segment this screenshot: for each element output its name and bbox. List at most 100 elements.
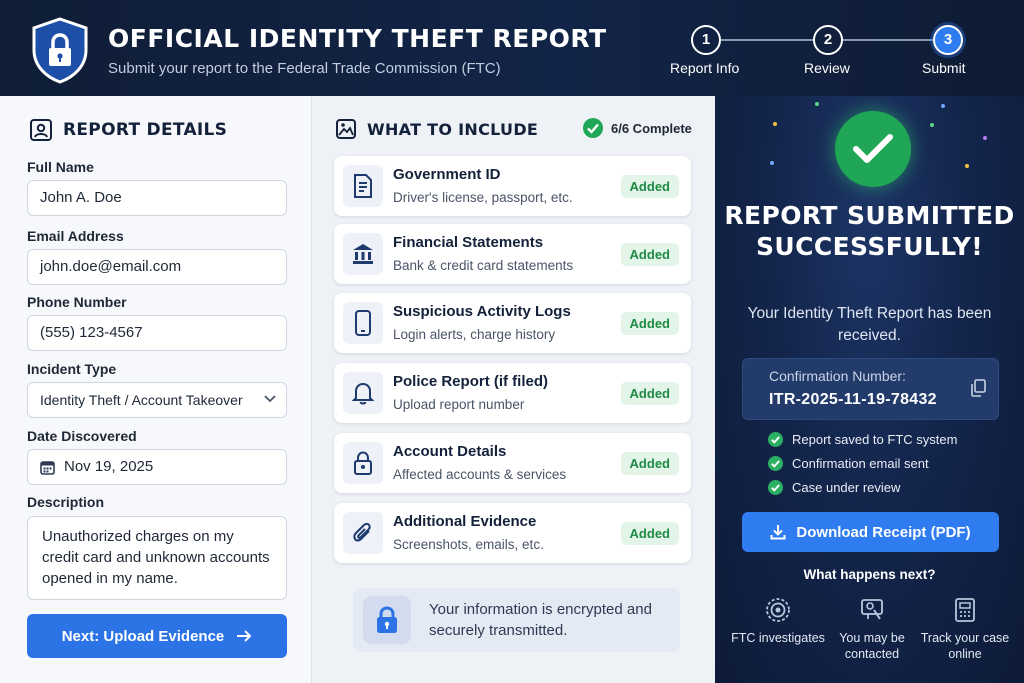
next-steps-title: What happens next? <box>803 567 936 582</box>
page-title: OFFICIAL IDENTITY THEFT REPORT <box>108 24 607 53</box>
completion-text: 6/6 Complete <box>611 120 692 136</box>
added-badge: Added <box>620 175 679 198</box>
next-button-label: Next: Upload Evidence <box>61 627 225 645</box>
check-circle-icon <box>768 480 783 495</box>
item-icon-box <box>343 233 383 275</box>
status-check-item: Case under review <box>768 480 900 495</box>
confetti-dot <box>983 136 987 140</box>
item-icon-box <box>343 302 383 344</box>
document-icon <box>354 174 372 198</box>
phone-icon <box>355 310 371 336</box>
confetti-dot <box>815 102 819 106</box>
date-discovered-label: Date Discovered <box>27 428 137 444</box>
report-details-title: REPORT DETAILS <box>63 120 228 140</box>
confirmation-panel: REPORT SUBMITTED SUCCESSFULLY! Your Iden… <box>715 96 1024 683</box>
step-connector <box>843 39 933 41</box>
progress-stepper: 1 2 3 Report Info Review Submit <box>660 22 1000 82</box>
next-step-track-case: Track your case online <box>917 596 1013 662</box>
step-2-label: Review <box>804 60 850 76</box>
step-2-circle[interactable]: 2 <box>813 25 843 55</box>
item-title: Government ID <box>393 166 501 183</box>
success-subtitle: Your Identity Theft Report has been rece… <box>747 305 992 344</box>
download-button-label: Download Receipt (PDF) <box>796 523 971 541</box>
confetti-dot <box>965 164 969 168</box>
copy-icon[interactable] <box>970 379 986 397</box>
confetti-dot <box>941 104 945 108</box>
shield-lock-icon <box>32 17 88 84</box>
what-to-include-panel: WHAT TO INCLUDE 6/6 Complete Government … <box>313 96 714 683</box>
item-title: Financial Statements <box>393 234 544 251</box>
step-1-label: Report Info <box>670 60 740 76</box>
confirmation-number-label: Confirmation Number: <box>769 368 906 384</box>
include-item-additional-evidence[interactable]: Additional Evidence Screenshots, emails,… <box>334 503 691 563</box>
item-title: Suspicious Activity Logs <box>393 303 571 320</box>
item-title: Additional Evidence <box>393 513 537 530</box>
encryption-text: Your information is encrypted and secure… <box>429 601 652 639</box>
encryption-notice: Your information is encrypted and secure… <box>353 588 680 652</box>
report-details-panel: REPORT DETAILS Full Name John A. Doe Ema… <box>0 96 312 683</box>
next-step-contact: You may be contacted <box>824 596 920 662</box>
description-textarea[interactable]: Unauthorized charges on my credit card a… <box>27 516 287 600</box>
phone-label: Phone Number <box>27 294 127 310</box>
confetti-dot <box>930 123 934 127</box>
check-circle-icon <box>583 118 603 138</box>
item-icon-box <box>343 372 383 414</box>
id-card-icon <box>30 119 52 141</box>
include-item-police-report[interactable]: Police Report (if filed) Upload report n… <box>334 363 691 423</box>
completion-status: 6/6 Complete <box>583 118 692 138</box>
step-1-circle[interactable]: 1 <box>691 25 721 55</box>
next-step-ftc-investigates: FTC investigates <box>730 596 826 646</box>
tracker-icon <box>955 598 975 622</box>
page-subtitle: Submit your report to the Federal Trade … <box>108 60 501 77</box>
item-subtitle: Affected accounts & services <box>393 467 567 482</box>
item-subtitle: Driver's license, passport, etc. <box>393 190 573 205</box>
next-upload-evidence-button[interactable]: Next: Upload Evidence <box>27 614 287 658</box>
full-name-field[interactable]: John A. Doe <box>27 180 287 216</box>
contact-icon <box>861 599 883 620</box>
chevron-down-icon <box>264 395 276 403</box>
step-3-circle[interactable]: 3 <box>933 25 963 55</box>
incident-type-select[interactable]: Identity Theft / Account Takeover <box>27 382 287 418</box>
added-badge: Added <box>620 522 679 545</box>
item-icon-box <box>343 512 383 554</box>
confetti-dot <box>773 122 777 126</box>
bell-icon <box>352 382 374 405</box>
include-item-government-id[interactable]: Government ID Driver's license, passport… <box>334 156 691 216</box>
email-field[interactable]: john.doe@email.com <box>27 249 287 285</box>
download-icon <box>770 525 786 540</box>
success-check-icon <box>835 111 911 187</box>
status-check-item: Report saved to FTC system <box>768 432 957 447</box>
email-label: Email Address <box>27 228 124 244</box>
what-to-include-title: WHAT TO INCLUDE <box>367 119 539 139</box>
include-item-account-details[interactable]: Account Details Affected accounts & serv… <box>334 433 691 493</box>
download-receipt-button[interactable]: Download Receipt (PDF) <box>742 512 999 552</box>
item-subtitle: Screenshots, emails, etc. <box>393 537 544 552</box>
include-item-suspicious-activity[interactable]: Suspicious Activity Logs Login alerts, c… <box>334 293 691 353</box>
status-check-item: Confirmation email sent <box>768 456 929 471</box>
status-check-text: Case under review <box>792 480 901 495</box>
confetti-dot <box>770 161 774 165</box>
bank-icon <box>353 244 373 264</box>
incident-type-label: Incident Type <box>27 361 117 377</box>
next-step-label: Track your case online <box>920 631 1010 661</box>
seal-icon <box>766 598 790 622</box>
item-subtitle: Upload report number <box>393 397 525 412</box>
padlock-icon <box>377 606 397 633</box>
check-circle-icon <box>768 456 783 471</box>
item-icon-box <box>343 165 383 207</box>
item-title: Police Report (if filed) <box>393 373 549 390</box>
page-header: OFFICIAL IDENTITY THEFT REPORT Submit yo… <box>0 0 1024 96</box>
next-step-label: You may be contacted <box>839 631 905 661</box>
status-check-text: Confirmation email sent <box>792 456 929 471</box>
added-badge: Added <box>620 452 679 475</box>
added-badge: Added <box>620 312 679 335</box>
full-name-label: Full Name <box>27 159 94 175</box>
next-step-label: FTC investigates <box>731 631 825 645</box>
item-subtitle: Login alerts, charge history <box>393 327 556 342</box>
incident-type-value: Identity Theft / Account Takeover <box>40 392 243 408</box>
phone-field[interactable]: (555) 123-4567 <box>27 315 287 351</box>
include-item-financial-statements[interactable]: Financial Statements Bank & credit card … <box>334 224 691 284</box>
item-subtitle: Bank & credit card statements <box>393 258 574 273</box>
date-discovered-field[interactable]: Nov 19, 2025 <box>27 449 287 485</box>
item-icon-box <box>343 442 383 484</box>
